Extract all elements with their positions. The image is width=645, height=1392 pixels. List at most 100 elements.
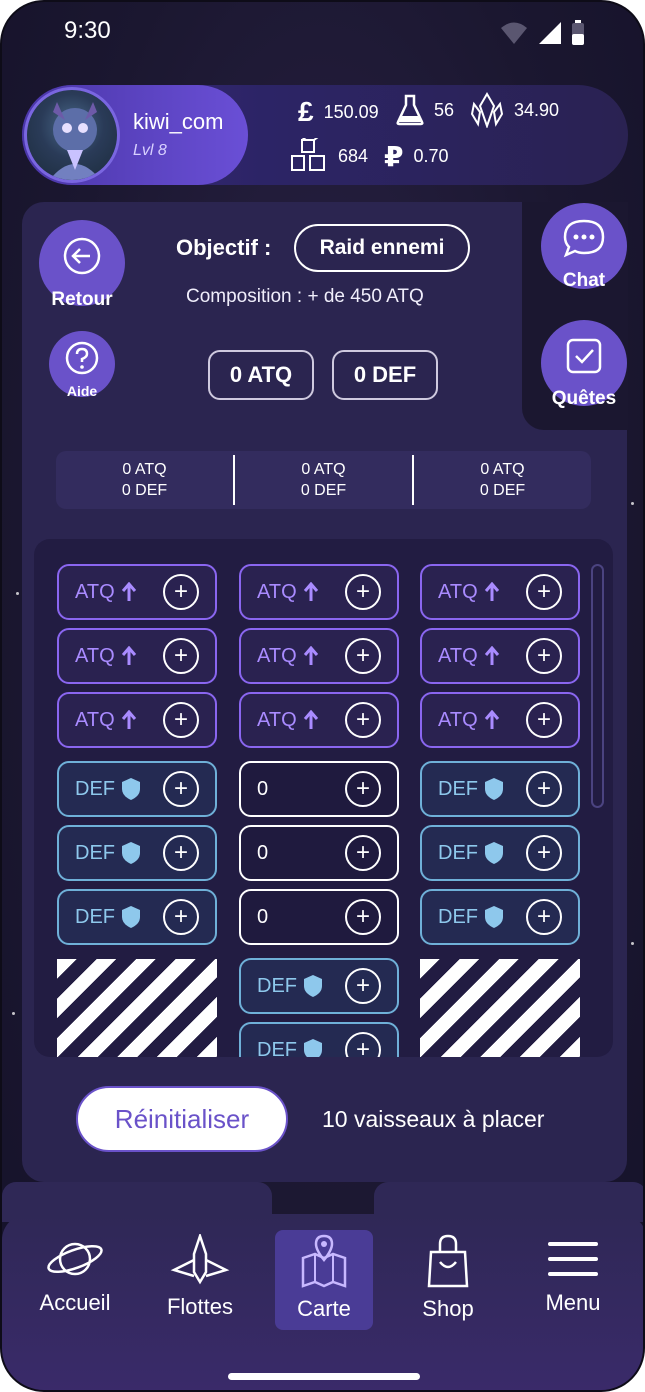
objective-label: Objectif : bbox=[176, 235, 272, 260]
atq-slot[interactable]: ATQ + bbox=[57, 692, 217, 748]
empty-slot[interactable]: 0 + bbox=[239, 889, 399, 945]
def-slot[interactable]: DEF + bbox=[239, 1022, 399, 1057]
slot-scrollbar[interactable] bbox=[591, 564, 604, 808]
battery-icon bbox=[572, 20, 584, 45]
flask-resource: 56 bbox=[396, 94, 454, 126]
username: kiwi_com bbox=[133, 109, 224, 134]
status-time: 9:30 bbox=[64, 17, 111, 44]
shield-icon bbox=[303, 974, 323, 998]
chat-label[interactable]: Chat bbox=[544, 270, 624, 292]
add-ship-button[interactable]: + bbox=[526, 899, 562, 935]
add-ship-button[interactable]: + bbox=[163, 702, 199, 738]
add-ship-button[interactable]: + bbox=[526, 771, 562, 807]
reset-button[interactable]: Réinitialiser bbox=[76, 1086, 288, 1152]
ruble-value: 0.70 bbox=[413, 146, 449, 166]
nav-fleets[interactable]: Flottes bbox=[140, 1234, 260, 1320]
objective-pill: Raid ennemi bbox=[294, 224, 470, 272]
def-slot[interactable]: DEF + bbox=[420, 761, 580, 817]
nav-shop-label: Shop bbox=[422, 1296, 474, 1321]
add-ship-button[interactable]: + bbox=[526, 574, 562, 610]
add-ship-button[interactable]: + bbox=[163, 638, 199, 674]
nav-menu-label: Menu bbox=[545, 1290, 601, 1315]
slot-label: ATQ bbox=[75, 708, 115, 731]
def-slot[interactable]: DEF + bbox=[239, 958, 399, 1014]
cubes-resource: 684 bbox=[290, 138, 368, 174]
nav-fleets-label: Flottes bbox=[166, 1294, 234, 1319]
star bbox=[12, 1012, 15, 1015]
atq-slot[interactable]: ATQ + bbox=[420, 564, 580, 620]
atq-slot[interactable]: ATQ + bbox=[57, 628, 217, 684]
add-ship-button[interactable]: + bbox=[526, 702, 562, 738]
slot-label: DEF bbox=[438, 905, 478, 928]
atq-slot[interactable]: ATQ + bbox=[239, 564, 399, 620]
atq-slot[interactable]: ATQ + bbox=[420, 692, 580, 748]
composition-text: Composition : + de 450 ATQ bbox=[186, 286, 424, 307]
def-slot[interactable]: DEF + bbox=[57, 889, 217, 945]
hamburger-icon bbox=[548, 1242, 598, 1276]
add-ship-button[interactable]: + bbox=[345, 638, 381, 674]
slot-label: ATQ bbox=[438, 580, 478, 603]
slot-label: DEF bbox=[438, 841, 478, 864]
ships-remaining: 10 vaisseaux à placer bbox=[322, 1106, 545, 1132]
slot-label: ATQ bbox=[257, 708, 297, 731]
quests-label[interactable]: Quêtes bbox=[544, 388, 624, 410]
slot-label: ATQ bbox=[257, 580, 297, 603]
add-ship-button[interactable]: + bbox=[526, 835, 562, 871]
add-ship-button[interactable]: + bbox=[345, 899, 381, 935]
nav-home[interactable]: Accueil bbox=[15, 1234, 135, 1316]
home-indicator[interactable] bbox=[228, 1373, 420, 1380]
ruble-icon: ₽ bbox=[384, 141, 404, 172]
add-ship-button[interactable]: + bbox=[345, 835, 381, 871]
crystal-value: 34.90 bbox=[514, 99, 560, 120]
add-ship-button[interactable]: + bbox=[345, 1032, 381, 1057]
add-ship-button[interactable]: + bbox=[163, 574, 199, 610]
crystal-resource: 34.90 bbox=[470, 92, 559, 128]
fleet-summary: 0 ATQ 0 DEF 0 ATQ 0 DEF 0 ATQ 0 DEF bbox=[56, 451, 591, 509]
add-ship-button[interactable]: + bbox=[345, 771, 381, 807]
nav-map[interactable]: Carte bbox=[264, 1234, 384, 1322]
add-ship-button[interactable]: + bbox=[345, 702, 381, 738]
back-label[interactable]: Retour bbox=[42, 289, 122, 311]
atq-slot[interactable]: ATQ + bbox=[57, 564, 217, 620]
pound-icon: £ bbox=[298, 96, 314, 127]
add-ship-button[interactable]: + bbox=[163, 899, 199, 935]
nav-shop[interactable]: Shop bbox=[388, 1234, 508, 1322]
pound-value: 150.09 bbox=[323, 101, 379, 122]
def-slot[interactable]: DEF + bbox=[420, 889, 580, 945]
atq-slot[interactable]: ATQ + bbox=[239, 628, 399, 684]
locked-slot bbox=[420, 959, 580, 1057]
pound-resource: £ 150.09 bbox=[298, 96, 379, 128]
slot-label: DEF bbox=[438, 777, 478, 800]
shield-icon bbox=[121, 777, 141, 801]
atq-slot[interactable]: ATQ + bbox=[420, 628, 580, 684]
arrow-up-icon bbox=[121, 646, 137, 666]
summary-def: 0 DEF bbox=[479, 482, 526, 499]
empty-slot[interactable]: 0 + bbox=[239, 761, 399, 817]
add-ship-button[interactable]: + bbox=[345, 968, 381, 1004]
nav-map-label: Carte bbox=[297, 1296, 351, 1321]
atq-total: 0 ATQ bbox=[208, 350, 314, 400]
slot-label: DEF bbox=[257, 974, 297, 997]
avatar[interactable] bbox=[24, 87, 120, 183]
arrow-up-icon bbox=[484, 646, 500, 666]
add-ship-button[interactable]: + bbox=[345, 574, 381, 610]
def-slot[interactable]: DEF + bbox=[420, 825, 580, 881]
add-ship-button[interactable]: + bbox=[163, 771, 199, 807]
atq-slot[interactable]: ATQ + bbox=[239, 692, 399, 748]
add-ship-button[interactable]: + bbox=[526, 638, 562, 674]
summary-column: 0 ATQ 0 DEF bbox=[414, 451, 591, 509]
empty-slot[interactable]: 0 + bbox=[239, 825, 399, 881]
help-icon bbox=[65, 341, 99, 375]
crystal-icon bbox=[470, 92, 504, 128]
def-slot[interactable]: DEF + bbox=[57, 825, 217, 881]
def-slot[interactable]: DEF + bbox=[57, 761, 217, 817]
flask-value: 56 bbox=[434, 99, 455, 120]
checklist-icon bbox=[566, 338, 602, 374]
star bbox=[16, 592, 19, 595]
shield-icon bbox=[121, 841, 141, 865]
help-label[interactable]: Aide bbox=[52, 383, 112, 399]
shield-icon bbox=[484, 841, 504, 865]
summary-atq: 0 ATQ bbox=[480, 461, 525, 478]
add-ship-button[interactable]: + bbox=[163, 835, 199, 871]
nav-menu[interactable]: Menu bbox=[513, 1234, 633, 1316]
